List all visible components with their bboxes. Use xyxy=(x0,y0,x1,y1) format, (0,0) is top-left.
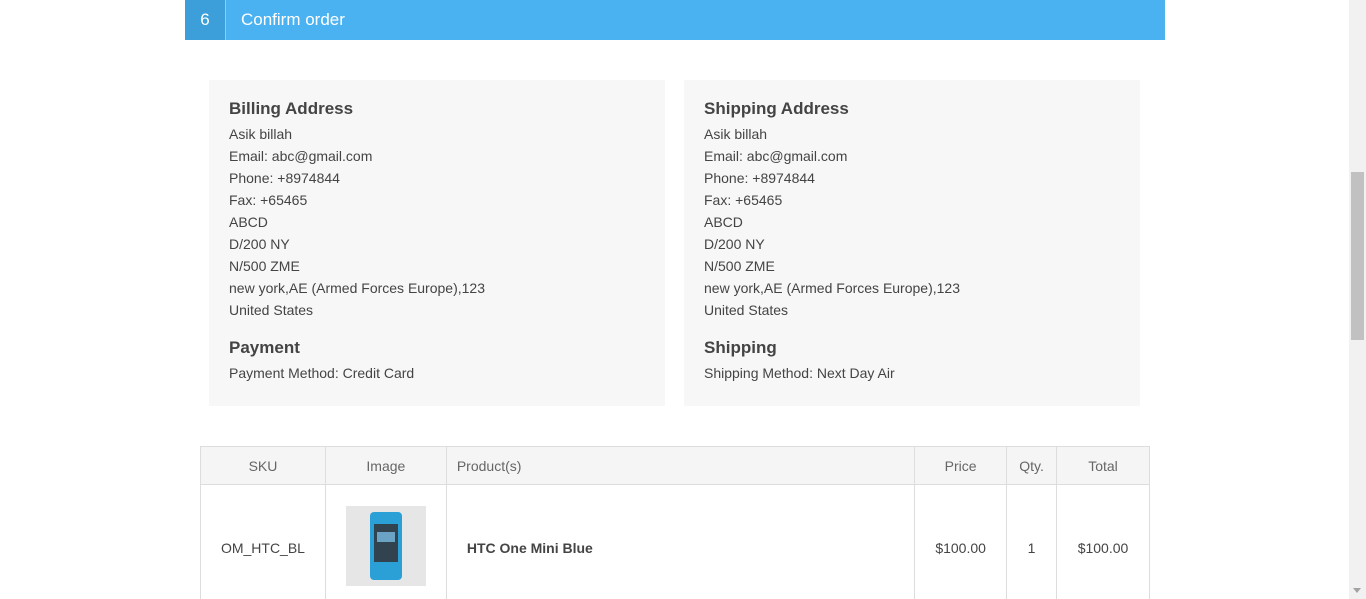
confirm-order-step-header[interactable]: 6 Confirm order xyxy=(185,0,1165,40)
billing-city-state-zip: new york,AE (Armed Forces Europe),123 xyxy=(229,280,485,296)
scrollbar-thumb[interactable] xyxy=(1351,172,1364,340)
shipping-address-title: Shipping Address xyxy=(704,99,849,118)
shipping-fax: Fax: +65465 xyxy=(704,192,783,208)
price-cell: $100.00 xyxy=(914,484,1008,599)
billing-address2: N/500 ZME xyxy=(229,258,300,274)
payment-title: Payment xyxy=(229,338,300,357)
shipping-phone: Phone: +8974844 xyxy=(704,170,815,186)
shipping-country: United States xyxy=(704,302,789,318)
scroll-down-arrow-icon[interactable] xyxy=(1353,588,1361,593)
product-name-cell[interactable]: HTC One Mini Blue xyxy=(445,484,916,599)
step-title: Confirm order xyxy=(241,10,345,29)
billing-country: United States xyxy=(229,302,314,318)
step-number: 6 xyxy=(185,0,226,40)
total-cell: $100.00 xyxy=(1056,484,1150,599)
shipping-company: ABCD xyxy=(704,214,743,230)
billing-address-box: Billing Address Asik billah Email: abc@g… xyxy=(209,80,665,406)
shipping-name: Asik billah xyxy=(704,126,768,142)
billing-address-title: Billing Address xyxy=(229,99,354,118)
product-header: Product(s) xyxy=(445,446,916,485)
shipping-method-title: Shipping xyxy=(704,338,777,357)
sku-header: SKU xyxy=(200,446,326,485)
billing-address1: D/200 NY xyxy=(229,236,290,252)
vertical-scrollbar[interactable] xyxy=(1349,0,1366,599)
qty-header: Qty. xyxy=(1006,446,1058,485)
image-header: Image xyxy=(324,446,447,485)
sku-cell: OM_HTC_BL xyxy=(200,484,326,599)
payment-method: Payment Method: Credit Card xyxy=(229,365,415,381)
shipping-address-box: Shipping Address Asik billah Email: abc@… xyxy=(684,80,1140,406)
shipping-address1: D/200 NY xyxy=(704,236,765,252)
phone-product-image[interactable] xyxy=(345,506,426,586)
billing-email: Email: abc@gmail.com xyxy=(229,148,373,164)
total-header: Total xyxy=(1056,446,1150,485)
price-header: Price xyxy=(914,446,1008,485)
table-row: OM_HTC_BL HTC One Mini Blue $100.00 1 $1… xyxy=(200,484,1150,599)
shipping-email: Email: abc@gmail.com xyxy=(704,148,848,164)
shipping-method: Shipping Method: Next Day Air xyxy=(704,365,895,381)
billing-company: ABCD xyxy=(229,214,268,230)
billing-fax: Fax: +65465 xyxy=(229,192,308,208)
image-cell xyxy=(324,484,447,599)
shipping-city-state-zip: new york,AE (Armed Forces Europe),123 xyxy=(704,280,960,296)
qty-cell: 1 xyxy=(1006,484,1058,599)
billing-name: Asik billah xyxy=(229,126,293,142)
billing-phone: Phone: +8974844 xyxy=(229,170,340,186)
table-header-row: SKU Image Product(s) Price Qty. Total xyxy=(200,446,1150,485)
shipping-address2: N/500 ZME xyxy=(704,258,775,274)
order-items-table: SKU Image Product(s) Price Qty. Total OM… xyxy=(200,446,1150,599)
